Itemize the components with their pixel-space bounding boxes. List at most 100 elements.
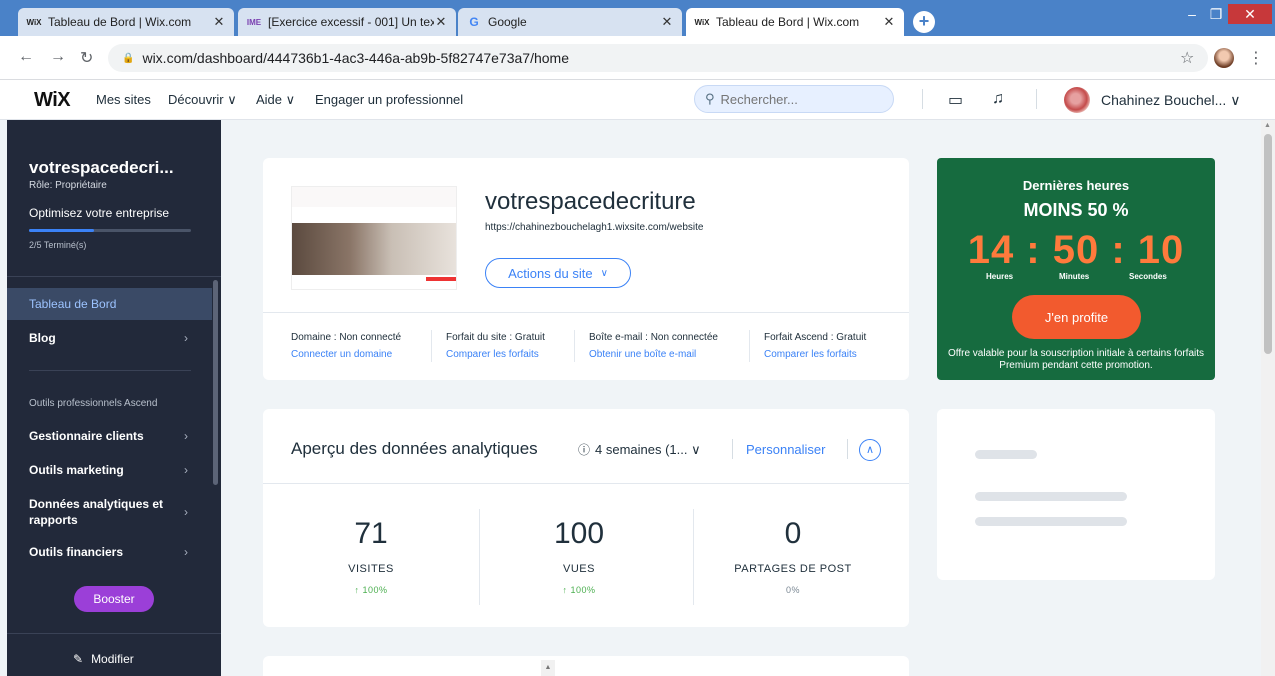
meta-label: Domaine : Non connecté xyxy=(291,332,402,343)
timer-label-hours: Heures xyxy=(986,272,1014,281)
timer-label-minutes: Minutes xyxy=(1059,272,1090,281)
customize-link[interactable]: Personnaliser xyxy=(746,442,826,457)
user-menu[interactable]: Chahinez Bouchel... ∨ xyxy=(1101,92,1240,109)
sidebar-item-donnees-analytiques[interactable]: Données analytiques et rapports › xyxy=(7,492,212,532)
restore-icon[interactable]: ❐ xyxy=(1206,4,1226,24)
close-tab-icon[interactable]: ✕ xyxy=(212,14,226,30)
divider xyxy=(431,330,432,362)
stat-label: VUES xyxy=(563,563,595,575)
browser-menu-icon[interactable]: ⋮ xyxy=(1248,48,1264,68)
browser-toolbar: ← → ↻ 🔒 wix.com/dashboard/444736b1-4ac3-… xyxy=(0,36,1275,80)
compare-ascend-plans-link[interactable]: Comparer les forfaits xyxy=(764,349,866,360)
browser-tab-4-active[interactable]: WiX Tableau de Bord | Wix.com ✕ xyxy=(686,8,904,36)
user-avatar[interactable] xyxy=(1064,87,1090,113)
nav-mes-sites[interactable]: Mes sites xyxy=(96,92,151,107)
lock-icon: 🔒 xyxy=(122,52,135,64)
meta-mailbox: Boîte e-mail : Non connectée Obtenir une… xyxy=(589,332,718,360)
site-thumbnail[interactable] xyxy=(291,186,457,290)
meta-ascend-plan: Forfait Ascend : Gratuit Comparer les fo… xyxy=(764,332,866,360)
site-url[interactable]: https://chahinezbouchelagh1.wixsite.com/… xyxy=(485,222,703,233)
chevron-down-icon: ∨ xyxy=(600,267,608,279)
browser-tab-1[interactable]: WiX Tableau de Bord | Wix.com ✕ xyxy=(18,8,234,36)
ime-favicon-icon: IME xyxy=(246,17,262,27)
sidebar-role: Rôle: Propriétaire xyxy=(29,180,107,191)
date-range-dropdown[interactable]: 4 semaines (1... ∨ xyxy=(595,442,701,458)
window-close-icon[interactable]: ✕ xyxy=(1228,4,1272,24)
promo-line2: MOINS 50 % xyxy=(1023,200,1129,220)
connect-domain-link[interactable]: Connecter un domaine xyxy=(291,349,401,360)
modifier-button[interactable]: ✎ Modifier xyxy=(73,652,134,666)
forward-icon[interactable]: → xyxy=(50,48,66,66)
page-scrollbar[interactable]: ▲ xyxy=(1261,120,1275,676)
messages-icon[interactable]: ▭ xyxy=(948,90,963,110)
chevron-right-icon: › xyxy=(184,463,188,477)
stat-value: 71 xyxy=(354,517,388,550)
get-mailbox-link[interactable]: Obtenir une boîte e-mail xyxy=(589,349,718,360)
divider xyxy=(263,312,909,313)
sidebar-item-blog[interactable]: Blog › xyxy=(7,322,212,354)
nav-aide[interactable]: Aide ∨ xyxy=(256,92,295,108)
sidebar-item-outils-financiers[interactable]: Outils financiers › xyxy=(7,536,212,568)
site-name: votrespacedecriture xyxy=(485,188,696,215)
browser-profile-avatar[interactable] xyxy=(1214,48,1234,68)
nav-decouvrir[interactable]: Découvrir ∨ xyxy=(168,92,237,108)
sidebar-scrollbar[interactable] xyxy=(213,280,218,485)
skeleton-line xyxy=(975,517,1127,526)
scroll-up-arrow-icon[interactable]: ▲ xyxy=(541,660,555,676)
tab-title: Tableau de Bord | Wix.com xyxy=(716,15,860,29)
search-input[interactable] xyxy=(720,91,881,107)
sidebar-item-tableau-de-bord[interactable]: Tableau de Bord xyxy=(7,288,212,320)
minimize-icon[interactable]: – xyxy=(1182,4,1202,24)
stat-label: VISITES xyxy=(348,563,394,575)
close-tab-icon[interactable]: ✕ xyxy=(434,14,448,30)
meta-label: Boîte e-mail : Non connectée xyxy=(589,332,718,343)
divider xyxy=(749,330,750,362)
compare-plans-link[interactable]: Comparer les forfaits xyxy=(446,349,545,360)
divider xyxy=(7,633,221,634)
skeleton-line xyxy=(975,492,1127,501)
close-tab-icon[interactable]: ✕ xyxy=(882,14,896,30)
nav-engager-professionnel[interactable]: Engager un professionnel xyxy=(315,92,463,107)
tab-title: [Exercice excessif - 001] Un texte xyxy=(268,15,434,29)
back-icon[interactable]: ← xyxy=(18,48,34,66)
timer-label-seconds: Secondes xyxy=(1129,272,1167,281)
promo-cta-button[interactable]: J'en profite xyxy=(1012,295,1141,339)
setup-progress-bar xyxy=(29,229,191,232)
divider xyxy=(1036,89,1037,109)
stat-value: 100 xyxy=(553,517,605,550)
tab-title: Google xyxy=(488,15,527,29)
promo-line1: Dernières heures xyxy=(1022,178,1130,193)
modifier-label: Modifier xyxy=(91,652,134,666)
booster-button[interactable]: Booster xyxy=(74,586,154,612)
close-tab-icon[interactable]: ✕ xyxy=(660,14,674,30)
scroll-up-icon[interactable]: ▲ xyxy=(1264,122,1271,129)
bookmark-star-icon[interactable]: ☆ xyxy=(1180,48,1194,68)
sidebar-item-outils-marketing[interactable]: Outils marketing › xyxy=(7,454,212,486)
page-scrollbar-thumb[interactable] xyxy=(1264,134,1272,354)
search-icon: ⚲ xyxy=(705,91,715,106)
stat-label: PARTAGES DE POST xyxy=(734,563,852,575)
reload-icon[interactable]: ↻ xyxy=(80,48,93,68)
address-bar[interactable]: 🔒 wix.com/dashboard/444736b1-4ac3-446a-a… xyxy=(108,44,1208,72)
sidebar-item-label: Outils marketing xyxy=(29,463,124,477)
browser-tab-3[interactable]: G Google ✕ xyxy=(458,8,682,36)
wix-top-bar: WiX Mes sites Découvrir ∨ Aide ∨ Engager… xyxy=(0,80,1275,120)
meta-label: Forfait Ascend : Gratuit xyxy=(764,332,867,343)
divider xyxy=(847,439,848,459)
site-actions-button[interactable]: Actions du site ∨ xyxy=(485,258,631,288)
meta-site-plan: Forfait du site : Gratuit Comparer les f… xyxy=(446,332,545,360)
wix-favicon-icon: WiX xyxy=(26,17,42,27)
sidebar-optimize-link[interactable]: Optimisez votre entreprise xyxy=(29,206,169,220)
collapse-chevron-up-icon[interactable]: ∧ xyxy=(859,439,881,461)
notifications-bell-icon[interactable]: ♫ xyxy=(992,90,1004,108)
sidebar-item-gestionnaire-clients[interactable]: Gestionnaire clients › xyxy=(7,420,212,452)
new-tab-button[interactable]: + xyxy=(913,11,935,33)
site-actions-label: Actions du site xyxy=(508,265,593,281)
wix-logo[interactable]: WiX xyxy=(34,89,71,112)
sidebar-site-name[interactable]: votrespacedecri... xyxy=(29,158,174,178)
browser-tab-2[interactable]: IME [Exercice excessif - 001] Un texte ✕ xyxy=(238,8,456,36)
wix-favicon-icon: WiX xyxy=(694,17,710,27)
sidebar: votrespacedecri... Rôle: Propriétaire Op… xyxy=(7,120,221,676)
search-box[interactable]: ⚲ xyxy=(694,85,894,113)
info-icon[interactable]: ⓘ xyxy=(578,441,590,458)
